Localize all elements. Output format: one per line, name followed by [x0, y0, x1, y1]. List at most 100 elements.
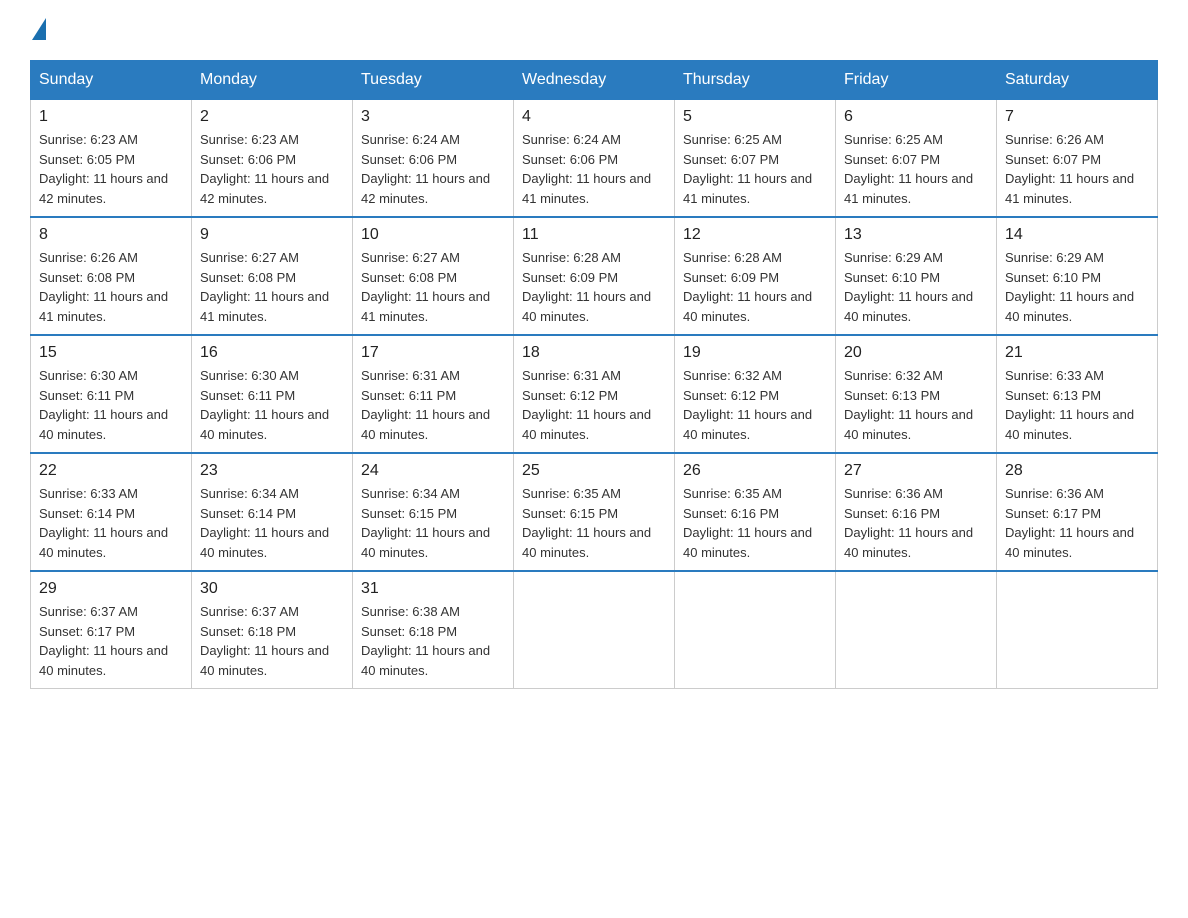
day-31: 31 Sunrise: 6:38 AMSunset: 6:18 PMDaylig… — [353, 571, 514, 689]
day-7: 7 Sunrise: 6:26 AMSunset: 6:07 PMDayligh… — [997, 100, 1158, 218]
day-10: 10 Sunrise: 6:27 AMSunset: 6:08 PMDaylig… — [353, 217, 514, 335]
day-info: Sunrise: 6:31 AMSunset: 6:11 PMDaylight:… — [361, 368, 490, 442]
day-info: Sunrise: 6:36 AMSunset: 6:17 PMDaylight:… — [1005, 486, 1134, 560]
day-info: Sunrise: 6:32 AMSunset: 6:13 PMDaylight:… — [844, 368, 973, 442]
calendar-header-row: SundayMondayTuesdayWednesdayThursdayFrid… — [31, 61, 1158, 100]
day-info: Sunrise: 6:23 AMSunset: 6:06 PMDaylight:… — [200, 132, 329, 206]
day-number: 5 — [683, 108, 827, 126]
week-row-5: 29 Sunrise: 6:37 AMSunset: 6:17 PMDaylig… — [31, 571, 1158, 689]
day-26: 26 Sunrise: 6:35 AMSunset: 6:16 PMDaylig… — [675, 453, 836, 571]
day-info: Sunrise: 6:25 AMSunset: 6:07 PMDaylight:… — [844, 132, 973, 206]
day-info: Sunrise: 6:28 AMSunset: 6:09 PMDaylight:… — [683, 250, 812, 324]
day-30: 30 Sunrise: 6:37 AMSunset: 6:18 PMDaylig… — [192, 571, 353, 689]
day-number: 27 — [844, 462, 988, 480]
day-info: Sunrise: 6:37 AMSunset: 6:17 PMDaylight:… — [39, 604, 168, 678]
day-number: 19 — [683, 344, 827, 362]
day-13: 13 Sunrise: 6:29 AMSunset: 6:10 PMDaylig… — [836, 217, 997, 335]
day-16: 16 Sunrise: 6:30 AMSunset: 6:11 PMDaylig… — [192, 335, 353, 453]
day-info: Sunrise: 6:34 AMSunset: 6:14 PMDaylight:… — [200, 486, 329, 560]
day-5: 5 Sunrise: 6:25 AMSunset: 6:07 PMDayligh… — [675, 100, 836, 218]
day-28: 28 Sunrise: 6:36 AMSunset: 6:17 PMDaylig… — [997, 453, 1158, 571]
day-number: 14 — [1005, 226, 1149, 244]
header-saturday: Saturday — [997, 61, 1158, 100]
day-number: 24 — [361, 462, 505, 480]
day-11: 11 Sunrise: 6:28 AMSunset: 6:09 PMDaylig… — [514, 217, 675, 335]
header-sunday: Sunday — [31, 61, 192, 100]
day-9: 9 Sunrise: 6:27 AMSunset: 6:08 PMDayligh… — [192, 217, 353, 335]
day-18: 18 Sunrise: 6:31 AMSunset: 6:12 PMDaylig… — [514, 335, 675, 453]
week-row-4: 22 Sunrise: 6:33 AMSunset: 6:14 PMDaylig… — [31, 453, 1158, 571]
day-number: 8 — [39, 226, 183, 244]
day-info: Sunrise: 6:37 AMSunset: 6:18 PMDaylight:… — [200, 604, 329, 678]
day-info: Sunrise: 6:24 AMSunset: 6:06 PMDaylight:… — [522, 132, 651, 206]
day-number: 4 — [522, 108, 666, 126]
day-info: Sunrise: 6:27 AMSunset: 6:08 PMDaylight:… — [361, 250, 490, 324]
day-number: 26 — [683, 462, 827, 480]
day-info: Sunrise: 6:35 AMSunset: 6:15 PMDaylight:… — [522, 486, 651, 560]
day-4: 4 Sunrise: 6:24 AMSunset: 6:06 PMDayligh… — [514, 100, 675, 218]
day-number: 23 — [200, 462, 344, 480]
day-number: 11 — [522, 226, 666, 244]
day-info: Sunrise: 6:30 AMSunset: 6:11 PMDaylight:… — [39, 368, 168, 442]
day-number: 12 — [683, 226, 827, 244]
day-number: 29 — [39, 580, 183, 598]
empty-cell — [514, 571, 675, 689]
day-number: 17 — [361, 344, 505, 362]
day-info: Sunrise: 6:29 AMSunset: 6:10 PMDaylight:… — [844, 250, 973, 324]
day-info: Sunrise: 6:24 AMSunset: 6:06 PMDaylight:… — [361, 132, 490, 206]
day-1: 1 Sunrise: 6:23 AMSunset: 6:05 PMDayligh… — [31, 100, 192, 218]
day-21: 21 Sunrise: 6:33 AMSunset: 6:13 PMDaylig… — [997, 335, 1158, 453]
empty-cell — [997, 571, 1158, 689]
day-info: Sunrise: 6:35 AMSunset: 6:16 PMDaylight:… — [683, 486, 812, 560]
day-12: 12 Sunrise: 6:28 AMSunset: 6:09 PMDaylig… — [675, 217, 836, 335]
day-info: Sunrise: 6:30 AMSunset: 6:11 PMDaylight:… — [200, 368, 329, 442]
day-number: 2 — [200, 108, 344, 126]
day-22: 22 Sunrise: 6:33 AMSunset: 6:14 PMDaylig… — [31, 453, 192, 571]
day-29: 29 Sunrise: 6:37 AMSunset: 6:17 PMDaylig… — [31, 571, 192, 689]
day-info: Sunrise: 6:32 AMSunset: 6:12 PMDaylight:… — [683, 368, 812, 442]
header-wednesday: Wednesday — [514, 61, 675, 100]
day-number: 25 — [522, 462, 666, 480]
day-19: 19 Sunrise: 6:32 AMSunset: 6:12 PMDaylig… — [675, 335, 836, 453]
day-3: 3 Sunrise: 6:24 AMSunset: 6:06 PMDayligh… — [353, 100, 514, 218]
calendar-table: SundayMondayTuesdayWednesdayThursdayFrid… — [30, 60, 1158, 689]
day-14: 14 Sunrise: 6:29 AMSunset: 6:10 PMDaylig… — [997, 217, 1158, 335]
day-number: 20 — [844, 344, 988, 362]
week-row-1: 1 Sunrise: 6:23 AMSunset: 6:05 PMDayligh… — [31, 100, 1158, 218]
day-number: 18 — [522, 344, 666, 362]
week-row-2: 8 Sunrise: 6:26 AMSunset: 6:08 PMDayligh… — [31, 217, 1158, 335]
day-number: 10 — [361, 226, 505, 244]
day-number: 3 — [361, 108, 505, 126]
day-2: 2 Sunrise: 6:23 AMSunset: 6:06 PMDayligh… — [192, 100, 353, 218]
day-number: 7 — [1005, 108, 1149, 126]
day-info: Sunrise: 6:29 AMSunset: 6:10 PMDaylight:… — [1005, 250, 1134, 324]
day-info: Sunrise: 6:25 AMSunset: 6:07 PMDaylight:… — [683, 132, 812, 206]
day-info: Sunrise: 6:27 AMSunset: 6:08 PMDaylight:… — [200, 250, 329, 324]
header-friday: Friday — [836, 61, 997, 100]
day-number: 28 — [1005, 462, 1149, 480]
day-number: 6 — [844, 108, 988, 126]
logo-triangle-icon — [32, 18, 46, 40]
day-number: 21 — [1005, 344, 1149, 362]
day-info: Sunrise: 6:36 AMSunset: 6:16 PMDaylight:… — [844, 486, 973, 560]
day-24: 24 Sunrise: 6:34 AMSunset: 6:15 PMDaylig… — [353, 453, 514, 571]
day-info: Sunrise: 6:31 AMSunset: 6:12 PMDaylight:… — [522, 368, 651, 442]
day-27: 27 Sunrise: 6:36 AMSunset: 6:16 PMDaylig… — [836, 453, 997, 571]
day-number: 22 — [39, 462, 183, 480]
page-header — [30, 20, 1158, 40]
header-thursday: Thursday — [675, 61, 836, 100]
day-info: Sunrise: 6:26 AMSunset: 6:07 PMDaylight:… — [1005, 132, 1134, 206]
day-info: Sunrise: 6:28 AMSunset: 6:09 PMDaylight:… — [522, 250, 651, 324]
day-number: 15 — [39, 344, 183, 362]
day-info: Sunrise: 6:33 AMSunset: 6:14 PMDaylight:… — [39, 486, 168, 560]
day-number: 9 — [200, 226, 344, 244]
day-17: 17 Sunrise: 6:31 AMSunset: 6:11 PMDaylig… — [353, 335, 514, 453]
day-8: 8 Sunrise: 6:26 AMSunset: 6:08 PMDayligh… — [31, 217, 192, 335]
day-number: 1 — [39, 108, 183, 126]
header-tuesday: Tuesday — [353, 61, 514, 100]
day-number: 16 — [200, 344, 344, 362]
day-info: Sunrise: 6:33 AMSunset: 6:13 PMDaylight:… — [1005, 368, 1134, 442]
week-row-3: 15 Sunrise: 6:30 AMSunset: 6:11 PMDaylig… — [31, 335, 1158, 453]
logo — [30, 20, 46, 40]
empty-cell — [836, 571, 997, 689]
